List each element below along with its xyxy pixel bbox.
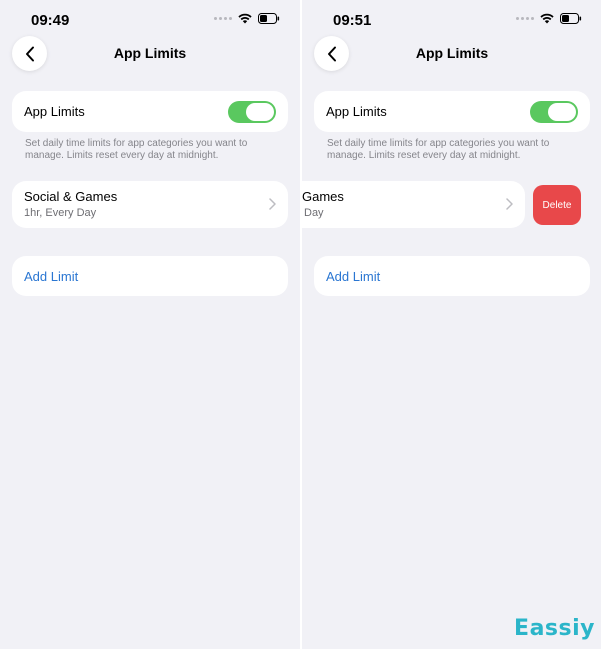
battery-icon — [258, 13, 280, 24]
add-limit-button[interactable]: Add Limit — [12, 256, 288, 296]
page-title: App Limits — [415, 45, 489, 61]
status-bar: 09:51 — [302, 0, 601, 36]
limit-title: Games — [302, 189, 344, 204]
app-limits-toggle[interactable] — [530, 101, 578, 123]
cellular-dots-icon — [516, 17, 534, 20]
app-limits-description: Set daily time limits for app categories… — [327, 138, 550, 161]
wifi-icon — [540, 13, 554, 24]
app-limits-toggle[interactable] — [228, 101, 276, 123]
battery-icon — [560, 13, 582, 24]
limit-subtitle: Day — [304, 207, 324, 219]
limit-item-swiped[interactable]: Games Day — [302, 181, 525, 228]
status-time: 09:51 — [333, 12, 372, 29]
cellular-dots-icon — [214, 17, 232, 20]
app-limits-toggle-row: App Limits — [314, 91, 590, 132]
toggle-knob — [246, 103, 274, 121]
status-icons — [214, 13, 280, 24]
limit-title: Social & Games — [24, 189, 118, 204]
add-limit-label: Add Limit — [326, 269, 381, 284]
status-time: 09:49 — [31, 12, 70, 29]
toggle-knob — [548, 103, 576, 121]
chevron-right-icon — [506, 198, 513, 210]
add-limit-label: Add Limit — [24, 269, 79, 284]
app-limits-description: Set daily time limits for app categories… — [25, 138, 248, 161]
chevron-right-icon — [269, 198, 276, 210]
watermark-logo: Eassiy — [514, 616, 595, 641]
app-limits-label: App Limits — [326, 104, 387, 119]
wifi-icon — [238, 13, 252, 24]
limit-subtitle: 1hr, Every Day — [24, 207, 97, 219]
delete-button[interactable]: Delete — [533, 185, 581, 225]
status-icons — [516, 13, 582, 24]
phone-screen-right: 09:51 App Limits App Limits Set daily ti… — [302, 0, 601, 649]
app-limits-label: App Limits — [24, 104, 85, 119]
app-limits-toggle-row: App Limits — [12, 91, 288, 132]
page-title: App Limits — [113, 45, 187, 61]
limit-item-social-games[interactable]: Social & Games 1hr, Every Day — [12, 181, 288, 228]
phone-screen-left: 09:49 App Limits App Limits Set daily ti… — [0, 0, 300, 649]
status-bar: 09:49 — [0, 0, 300, 36]
add-limit-button[interactable]: Add Limit — [314, 256, 590, 296]
